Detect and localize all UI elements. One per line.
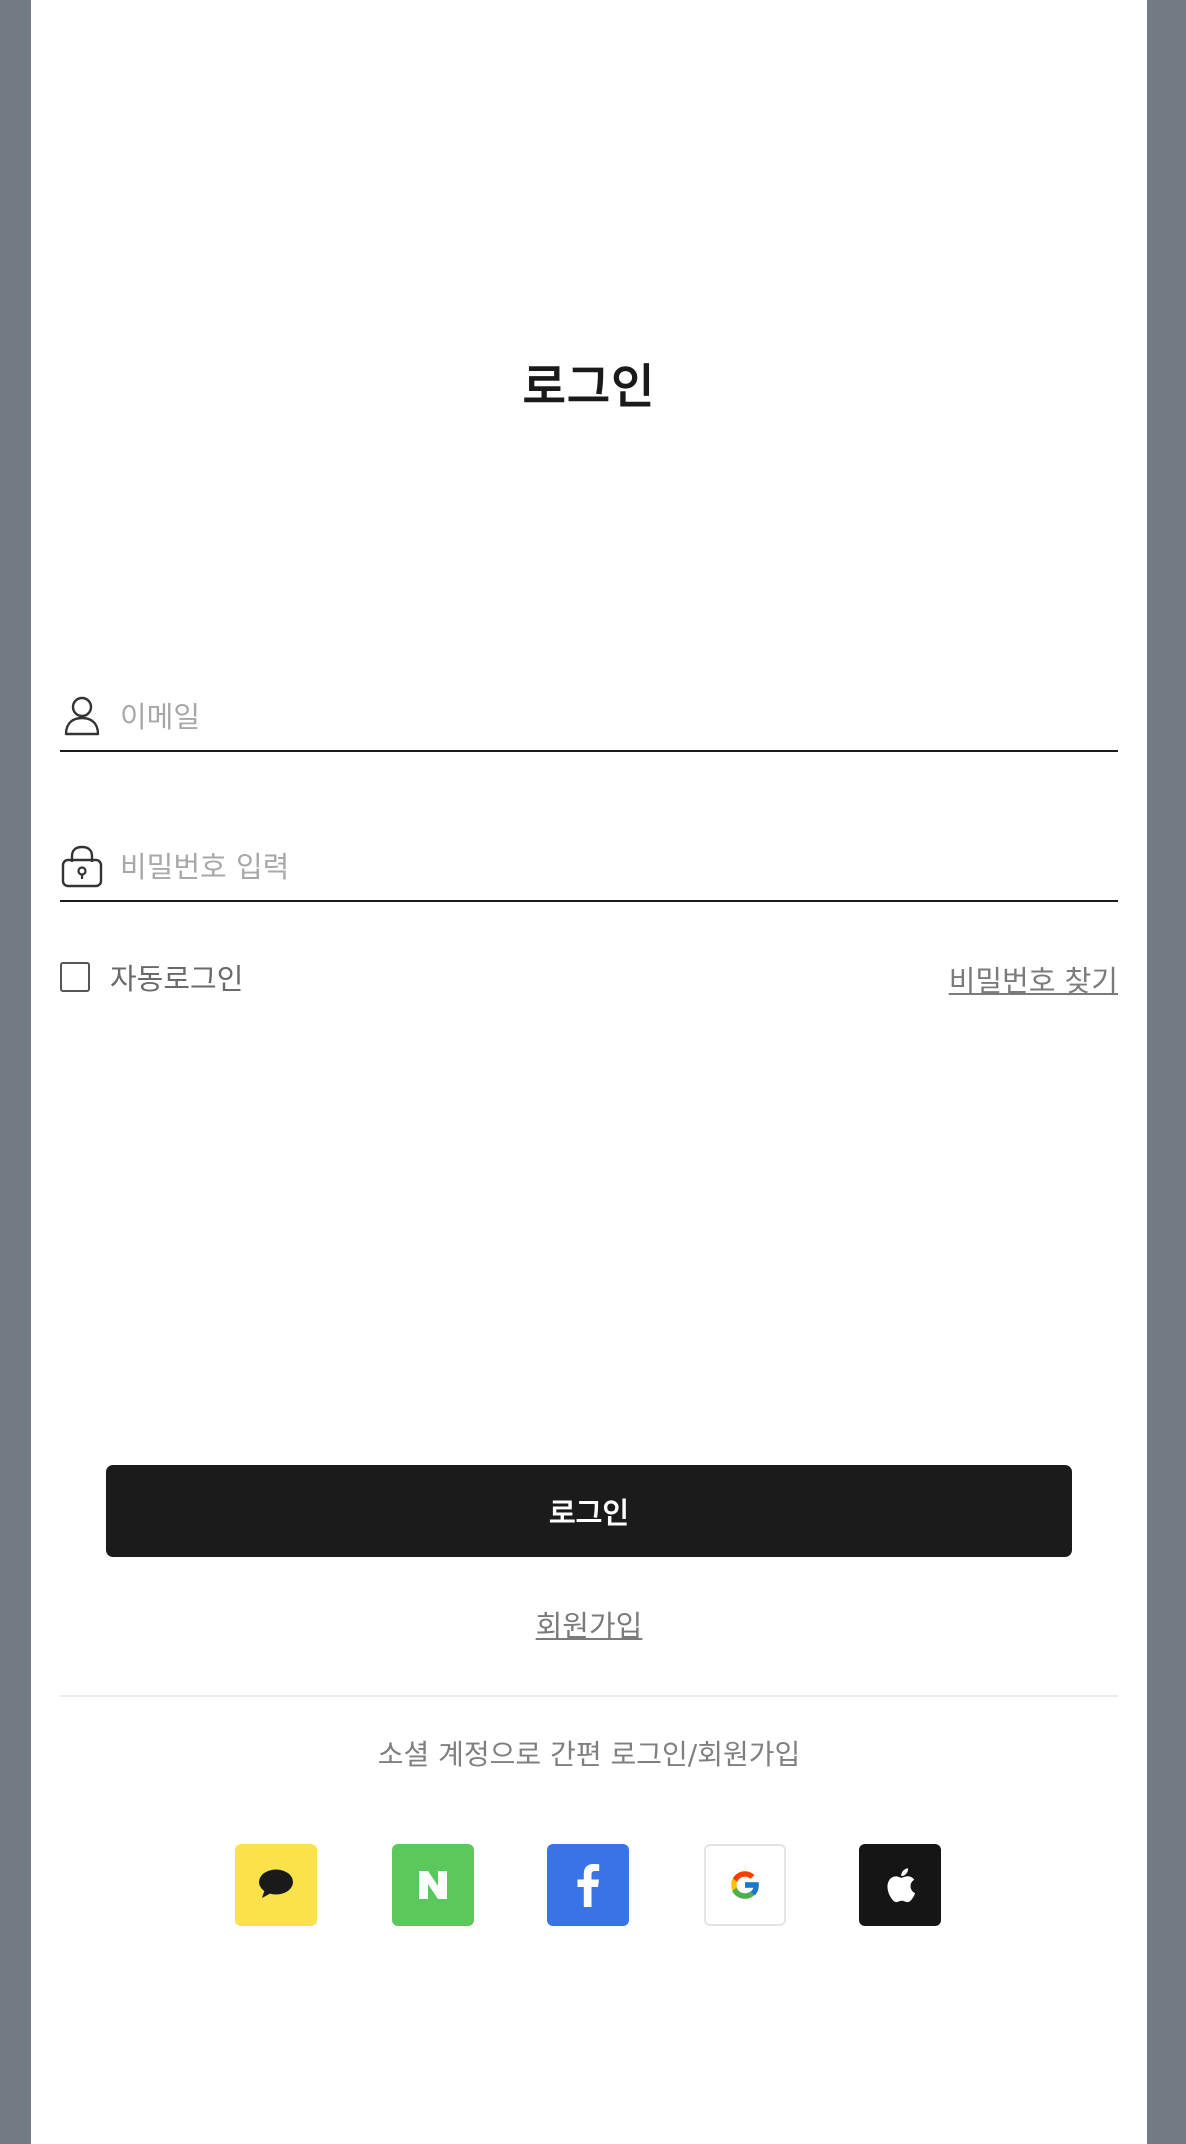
find-password-link[interactable]: 비밀번호 찾기 bbox=[949, 958, 1118, 1000]
password-field-container bbox=[60, 836, 1118, 902]
login-panel: 로그인 자동로그인 비밀번호 찾기 로그인 회원가입 bbox=[31, 0, 1147, 2144]
email-field-container bbox=[60, 686, 1118, 752]
google-login-button[interactable] bbox=[704, 1844, 786, 1926]
naver-login-button[interactable] bbox=[392, 1844, 474, 1926]
page-title: 로그인 bbox=[522, 360, 656, 415]
login-options: 자동로그인 비밀번호 찾기 bbox=[60, 952, 1118, 1002]
password-input[interactable] bbox=[120, 836, 1110, 898]
facebook-login-button[interactable] bbox=[547, 1844, 629, 1926]
apple-login-button[interactable] bbox=[859, 1844, 941, 1926]
google-g-icon bbox=[727, 1867, 763, 1903]
divider bbox=[60, 1695, 1118, 1697]
auto-login-toggle[interactable]: 자동로그인 bbox=[60, 956, 243, 998]
auto-login-checkbox[interactable] bbox=[60, 962, 90, 992]
user-icon bbox=[60, 694, 104, 738]
naver-n-icon bbox=[416, 1868, 450, 1902]
signup-link-container: 회원가입 bbox=[31, 1603, 1147, 1645]
social-login-row bbox=[31, 1844, 1147, 1926]
speech-bubble-icon bbox=[256, 1867, 296, 1903]
facebook-f-icon bbox=[576, 1863, 600, 1907]
email-input[interactable] bbox=[120, 686, 1110, 748]
auto-login-label: 자동로그인 bbox=[110, 962, 244, 996]
lock-icon bbox=[60, 844, 104, 888]
signup-link[interactable]: 회원가입 bbox=[536, 1609, 643, 1643]
social-login-caption: 소셜 계정으로 간편 로그인/회원가입 bbox=[377, 1738, 801, 1771]
login-button[interactable]: 로그인 bbox=[106, 1465, 1072, 1557]
apple-icon bbox=[884, 1867, 916, 1903]
kakao-login-button[interactable] bbox=[235, 1844, 317, 1926]
